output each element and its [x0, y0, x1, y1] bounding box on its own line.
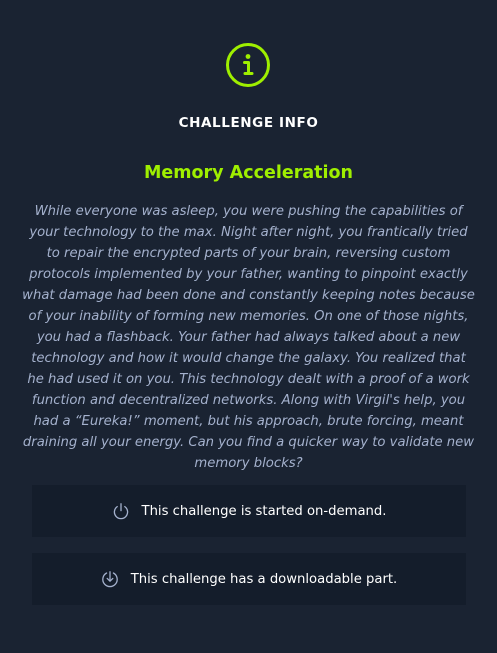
info-circle-icon: [225, 42, 271, 88]
challenge-name: Memory Acceleration: [144, 163, 353, 183]
power-icon: [112, 502, 130, 520]
downloadable-text: This challenge has a downloadable part.: [130, 571, 398, 587]
challenge-info-panel: CHALLENGE INFO Memory Acceleration While…: [0, 0, 497, 653]
challenge-description: While everyone was asleep, you were push…: [22, 204, 475, 471]
on-demand-text: This challenge is started on-demand.: [141, 503, 387, 519]
download-icon: [101, 570, 119, 588]
panel-title: CHALLENGE INFO: [178, 115, 319, 131]
on-demand-info-row: This challenge is started on-demand.: [32, 485, 466, 537]
downloadable-info-row: This challenge has a downloadable part.: [32, 553, 466, 605]
